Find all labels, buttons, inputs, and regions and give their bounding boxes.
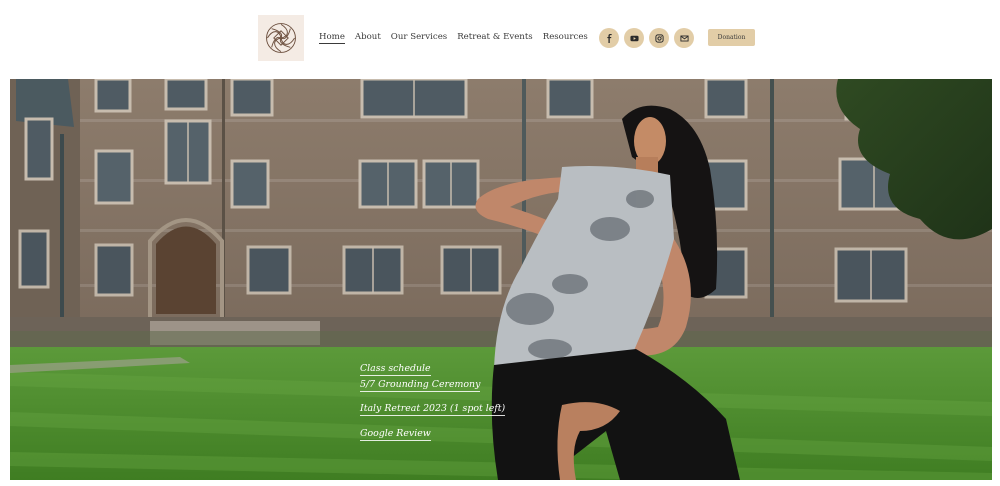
knot-logo-icon <box>266 23 296 53</box>
nav-resources[interactable]: Resources <box>543 32 588 44</box>
donation-button[interactable]: Donation <box>708 29 755 46</box>
nav-about[interactable]: About <box>355 32 381 44</box>
hero-link-grounding-ceremony[interactable]: 5/7 Grounding Ceremony <box>360 379 481 392</box>
site-logo[interactable] <box>258 15 304 61</box>
hero-banner: Class schedule 5/7 Grounding Ceremony It… <box>10 79 992 480</box>
hero-link-google-review[interactable]: Google Review <box>360 428 431 441</box>
social-links <box>599 28 694 48</box>
instagram-icon[interactable] <box>649 28 669 48</box>
hero-link-list: Class schedule 5/7 Grounding Ceremony It… <box>360 363 506 441</box>
email-icon[interactable] <box>674 28 694 48</box>
hero-link-class-schedule[interactable]: Class schedule <box>360 363 431 376</box>
nav-our-services[interactable]: Our Services <box>391 32 447 44</box>
youtube-icon[interactable] <box>624 28 644 48</box>
nav-home[interactable]: Home <box>319 32 345 44</box>
main-nav: Home About Our Services Retreat & Events… <box>319 32 588 44</box>
nav-retreat-events[interactable]: Retreat & Events <box>457 32 533 44</box>
hero-link-italy-retreat[interactable]: Italy Retreat 2023 (1 spot left) <box>360 403 506 416</box>
facebook-icon[interactable] <box>599 28 619 48</box>
site-header: Home About Our Services Retreat & Events… <box>0 0 1000 78</box>
